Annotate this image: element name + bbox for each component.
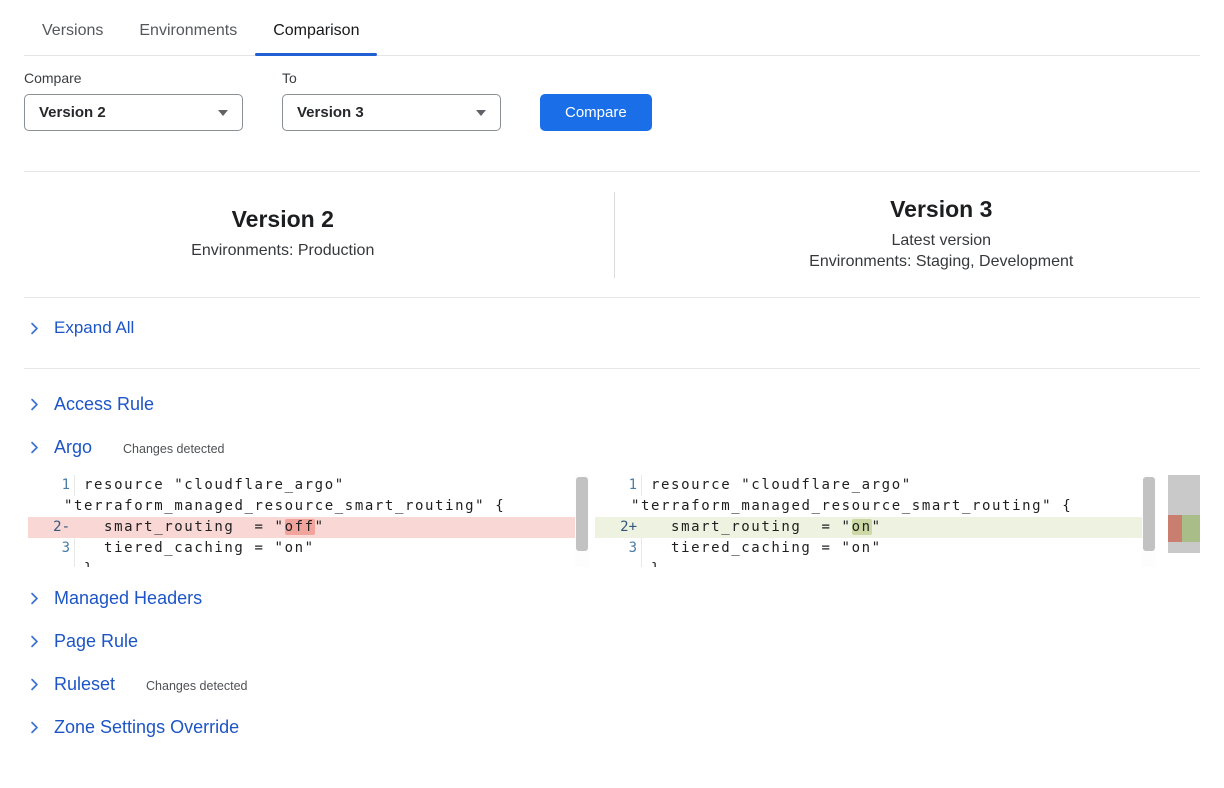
section-label: Managed Headers [54,588,202,609]
code-segment: " [872,519,882,535]
vertical-scrollbar[interactable] [1142,475,1156,567]
line-number: 1 [28,475,74,496]
compare-to-label: To [282,70,501,86]
changes-detected-badge: Changes detected [146,679,247,693]
code-text: tiered_caching = "on" [74,538,575,559]
compare-to-field: To Version 3 [282,70,501,131]
code-segment: smart_routing = " [84,519,285,535]
line-number [595,559,641,567]
section-zone-settings-override[interactable]: Zone Settings Override [24,706,1200,749]
chevron-right-icon [28,441,41,454]
line-number: 3 [28,538,74,559]
tab-bar: Versions Environments Comparison [24,0,1200,56]
added-line: 2+ smart_routing = "on" [595,517,1142,538]
section-managed-headers[interactable]: Managed Headers [24,577,1200,620]
scrollbar-thumb[interactable] [576,477,588,551]
line-number: 2- [28,517,74,538]
version-left-column: Version 2 Environments: Production [24,206,614,263]
code-line-clipped: } [28,559,575,567]
chevron-right-icon [28,721,41,734]
section-access-rule[interactable]: Access Rule [24,383,1200,426]
version-comparison-header: Version 2 Environments: Production Versi… [24,172,1200,297]
line-number: 2+ [595,517,641,538]
compare-to-select[interactable]: Version 3 [282,94,501,131]
version-right-subtitle: Latest version [683,232,1201,250]
chevron-right-icon [28,635,41,648]
section-label: Argo [54,437,92,458]
version-left-title: Version 2 [24,206,542,233]
section-label: Ruleset [54,674,115,695]
version-right-title: Version 3 [683,196,1201,223]
chevron-down-icon [476,110,486,116]
compare-form: Compare Version 2 To Version 3 Compare [24,70,1200,131]
version-right-column: Version 3 Latest version Environments: S… [615,196,1201,274]
diff-pane-right: 1resource "cloudflare_argo" "terraform_m… [595,475,1156,567]
code-line: 3 tiered_caching = "on" [595,538,1142,559]
code-text: tiered_caching = "on" [641,538,1142,559]
code-text: resource "cloudflare_argo" [74,475,575,496]
code-line: 3 tiered_caching = "on" [28,538,575,559]
diff-code-right: 1resource "cloudflare_argo" "terraform_m… [595,475,1142,567]
version-right-environments: Environments: Staging, Development [683,253,1201,271]
code-text: resource "cloudflare_argo" [641,475,1142,496]
code-text: "terraform_managed_resource_smart_routin… [63,496,575,517]
vertical-scrollbar[interactable] [575,475,589,567]
expand-all-button[interactable]: Expand All [24,298,1200,358]
section-label: Zone Settings Override [54,717,239,738]
expand-all-label: Expand All [54,318,134,338]
chevron-right-icon [28,398,41,411]
tab-comparison[interactable]: Comparison [255,13,377,55]
diff-change-marker [1168,515,1200,542]
code-segment: smart_routing = " [651,519,852,535]
code-text: "terraform_managed_resource_smart_routin… [630,496,1142,517]
tab-versions[interactable]: Versions [24,13,121,55]
line-number [28,559,74,567]
scrollbar-thumb[interactable] [1143,477,1155,551]
compare-from-field: Compare Version 2 [24,70,243,131]
chevron-right-icon [28,322,41,335]
diff-code-left: 1resource "cloudflare_argo" "terraform_m… [28,475,575,567]
divider [24,368,1200,369]
code-line-clipped: } [595,559,1142,567]
removed-word-highlight: off [285,519,315,535]
removed-line: 2- smart_routing = "off" [28,517,575,538]
compare-from-select[interactable]: Version 2 [24,94,243,131]
section-label: Access Rule [54,394,154,415]
section-label: Page Rule [54,631,138,652]
tab-environments[interactable]: Environments [121,13,255,55]
section-argo[interactable]: Argo Changes detected [24,426,1200,469]
diff-viewer: 1resource "cloudflare_argo" "terraform_m… [28,475,1200,567]
chevron-right-icon [28,592,41,605]
code-segment: " [315,519,325,535]
chevron-right-icon [28,678,41,691]
line-number: 1 [595,475,641,496]
chevron-down-icon [218,110,228,116]
added-marker [1182,515,1200,542]
code-line-wrap: "terraform_managed_resource_smart_routin… [595,496,1142,517]
section-page-rule[interactable]: Page Rule [24,620,1200,663]
code-text: smart_routing = "off" [74,517,575,538]
code-text: } [641,559,1142,567]
compare-from-label: Compare [24,70,243,86]
code-line: 1resource "cloudflare_argo" [28,475,575,496]
diff-overview-ruler [1168,475,1200,553]
line-number: 3 [595,538,641,559]
changes-detected-badge: Changes detected [123,442,224,456]
code-text: } [74,559,575,567]
removed-marker [1168,515,1182,542]
compare-from-value: Version 2 [39,104,106,121]
code-line-wrap: "terraform_managed_resource_smart_routin… [28,496,575,517]
section-ruleset[interactable]: Ruleset Changes detected [24,663,1200,706]
added-word-highlight: on [852,519,872,535]
compare-to-value: Version 3 [297,104,364,121]
diff-pane-left: 1resource "cloudflare_argo" "terraform_m… [28,475,589,567]
code-line: 1resource "cloudflare_argo" [595,475,1142,496]
version-left-environments: Environments: Production [24,242,542,260]
compare-button[interactable]: Compare [540,94,652,131]
code-text: smart_routing = "on" [641,517,1142,538]
